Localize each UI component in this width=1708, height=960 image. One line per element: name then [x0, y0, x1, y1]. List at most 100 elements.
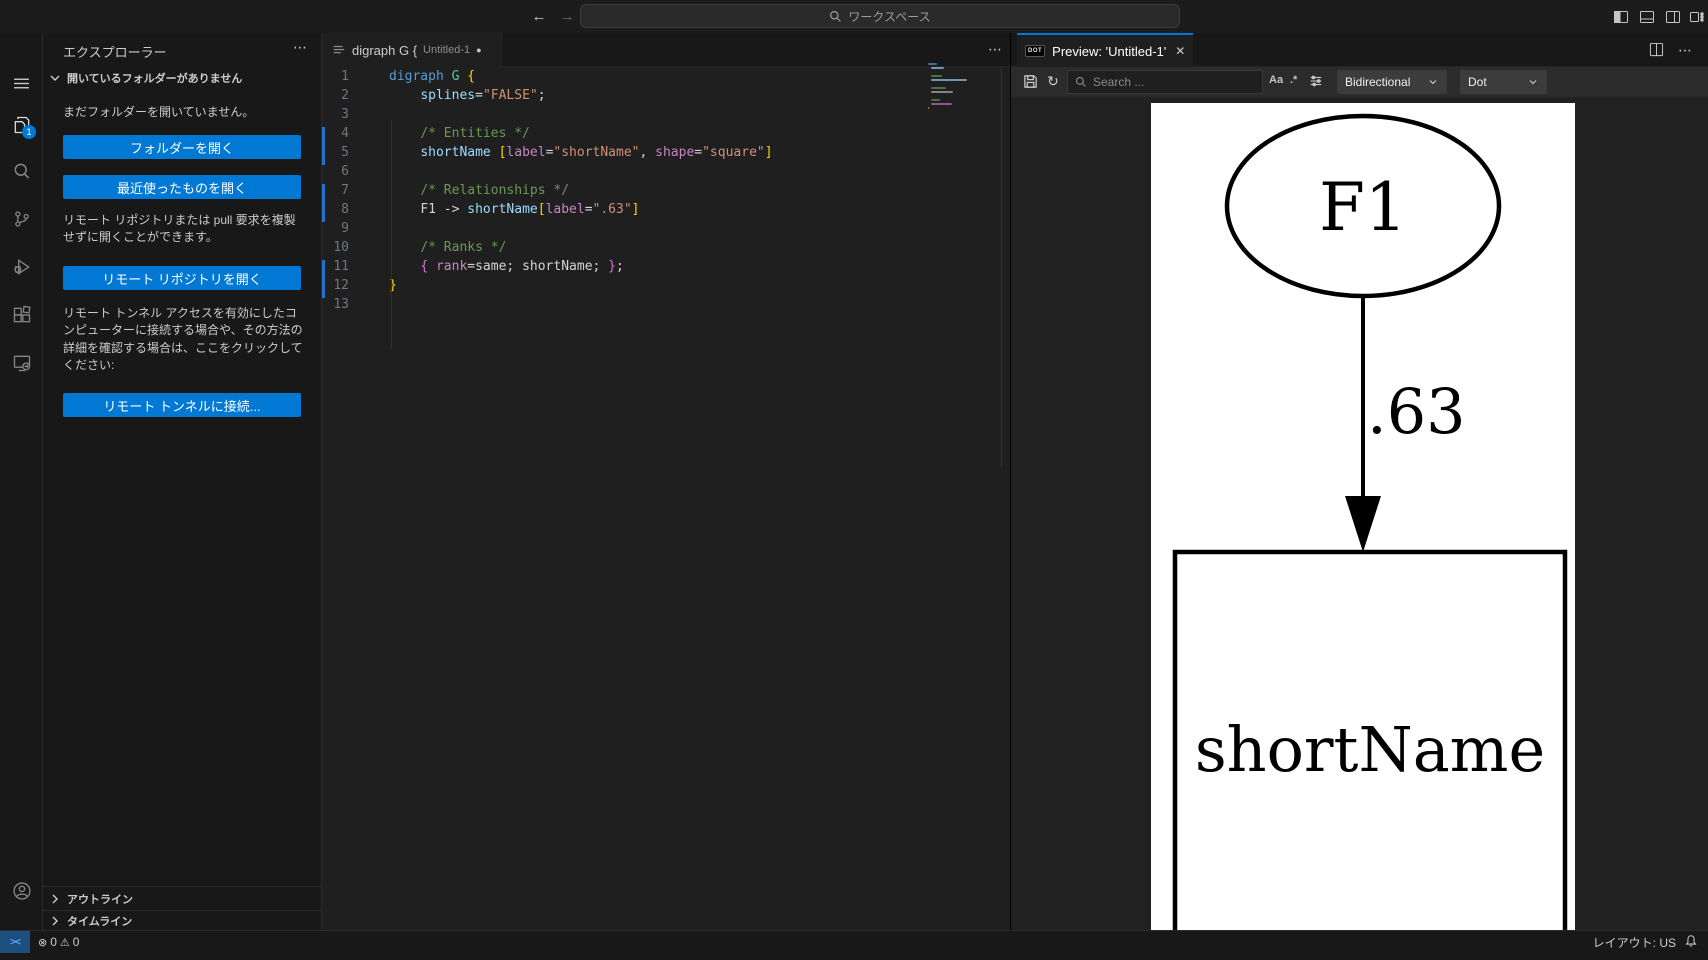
tab-digraph-untitled-1[interactable]: digraph G { Untitled-1 ● — [322, 33, 502, 67]
timeline-section[interactable]: タイムライン — [43, 910, 321, 930]
explorer-sidebar: エクスプローラー ⋯ 開いているフォルダーがありません まだフォルダーを開いてい… — [43, 33, 322, 930]
remote-explorer-icon[interactable] — [0, 343, 43, 383]
code-line[interactable]: 9 — [322, 219, 1010, 238]
minimap[interactable] — [928, 63, 978, 153]
notifications-bell-icon[interactable] — [1684, 934, 1700, 950]
code-line[interactable]: 11 { rank=same; shortName; }; — [322, 257, 1010, 276]
accounts-icon[interactable] — [0, 871, 43, 911]
code-line[interactable]: 4 /* Entities */ — [322, 124, 1010, 143]
chevron-down-icon — [50, 75, 60, 81]
regex-icon[interactable]: .* — [1290, 74, 1297, 86]
toggle-sidebar-icon[interactable] — [1612, 8, 1629, 25]
editor-tab-bar: digraph G { Untitled-1 ● ⋯ — [322, 33, 1010, 67]
modified-gutter-indicator — [322, 127, 325, 165]
no-folder-text: まだフォルダーを開いていません。 — [63, 105, 255, 119]
code-line[interactable]: 6 — [322, 162, 1010, 181]
graph-node-shortname-label: shortName — [1195, 713, 1545, 786]
editor-actions-more-icon[interactable]: ⋯ — [988, 41, 1002, 58]
open-remote-repo-button[interactable]: リモート リポジトリを開く — [63, 266, 301, 290]
modified-gutter-indicator — [322, 260, 325, 298]
editor-group: digraph G { Untitled-1 ● ⋯ 1 digraph G {2… — [322, 33, 1010, 930]
problems-status-item[interactable]: ⊗ 0 ⚠ 0 — [38, 931, 79, 953]
warning-count: 0 — [72, 935, 80, 949]
tab-preview-untitled-1[interactable]: DOT Preview: 'Untitled-1' ✕ — [1017, 33, 1193, 67]
graph-edge-label: .63 — [1367, 375, 1466, 448]
run-and-debug-icon[interactable] — [0, 247, 43, 287]
match-case-icon[interactable]: Aa — [1269, 74, 1283, 86]
section-header-label: 開いているフォルダーがありません — [67, 73, 243, 85]
sidebar-section-header[interactable]: 開いているフォルダーがありません — [43, 66, 321, 90]
code-line[interactable]: 2 splines="FALSE"; — [322, 86, 1010, 105]
tab-description: Untitled-1 — [423, 44, 471, 56]
preview-toolbar: ↻ Search ... Aa .* Bidirectional Dot — [1011, 67, 1708, 97]
refresh-icon[interactable]: ↻ — [1044, 72, 1062, 90]
outline-label: アウトライン — [67, 893, 133, 906]
outline-section[interactable]: アウトライン — [43, 886, 321, 910]
remote-repo-text: リモート リポジトリまたは pull 要求を複製せずに開くことができます。 — [63, 213, 296, 245]
command-center-search[interactable]: ワークスペース — [580, 4, 1180, 28]
code-line[interactable]: 7 /* Relationships */ — [322, 181, 1010, 200]
title-bar: ← → ワークスペース — [0, 0, 1708, 33]
split-editor-icon[interactable] — [1649, 42, 1664, 62]
code-line[interactable]: 12} — [322, 276, 1010, 295]
status-bar: >< ⊗ 0 ⚠ 0 レイアウト: US — [0, 930, 1708, 953]
modified-dot-icon[interactable]: ● — [476, 45, 481, 55]
activity-bar: 1 — [0, 33, 43, 950]
direction-select[interactable]: Bidirectional — [1337, 70, 1447, 94]
open-folder-button[interactable]: フォルダーを開く — [63, 135, 301, 159]
search-view-icon[interactable] — [0, 151, 43, 191]
search-icon — [830, 10, 842, 22]
direction-select-value: Bidirectional — [1345, 75, 1411, 89]
command-center-label: ワークスペース — [848, 9, 931, 24]
tab-title: digraph G { — [352, 42, 418, 58]
preview-tab-bar: DOT Preview: 'Untitled-1' ✕ ⋯ — [1011, 33, 1708, 67]
open-recent-button[interactable]: 最近使ったものを開く — [63, 175, 301, 199]
toggle-panel-icon[interactable] — [1638, 8, 1655, 25]
code-line[interactable]: 5 shortName [label="shortName", shape="s… — [322, 143, 1010, 162]
remote-tunnel-text: リモート トンネル アクセスを有効にしたコンピューターに接続する場合や、その方法… — [63, 306, 303, 373]
explorer-icon[interactable]: 1 — [0, 105, 43, 145]
preview-tab-title: Preview: 'Untitled-1' — [1052, 43, 1167, 59]
graph-canvas[interactable]: F1 .63 shortName — [1151, 103, 1575, 930]
engine-select-value: Dot — [1468, 75, 1487, 89]
sidebar-header: エクスプローラー ⋯ — [43, 33, 321, 66]
indent-guide — [391, 120, 392, 350]
customize-layout-icon[interactable] — [1688, 8, 1705, 25]
timeline-label: タイムライン — [67, 915, 133, 928]
preview-more-actions-icon[interactable]: ⋯ — [1678, 42, 1692, 59]
graph-arrowhead — [1345, 496, 1381, 552]
engine-select[interactable]: Dot — [1460, 70, 1547, 94]
search-placeholder: Search ... — [1093, 75, 1145, 89]
chevron-down-icon — [1529, 80, 1537, 85]
modified-gutter-indicator — [322, 184, 325, 222]
remote-icon: >< — [10, 936, 21, 948]
code-line[interactable]: 1 digraph G { — [322, 67, 1010, 86]
menu-icon[interactable] — [0, 63, 43, 103]
code-editor[interactable]: 1 digraph G {2 splines="FALSE"; 3 4 /* Enti… — [322, 67, 1010, 930]
code-line[interactable]: 3 — [322, 105, 1010, 124]
chevron-right-icon — [52, 916, 58, 925]
toggle-secondary-sidebar-icon[interactable] — [1664, 8, 1681, 25]
back-arrow-icon[interactable]: ← — [528, 5, 550, 27]
code-line[interactable]: 10 /* Ranks */ — [322, 238, 1010, 257]
forward-arrow-icon[interactable]: → — [556, 5, 578, 27]
file-icon — [333, 45, 345, 54]
close-icon[interactable]: ✕ — [1175, 44, 1185, 58]
chevron-down-icon — [1429, 80, 1437, 85]
source-control-icon[interactable] — [0, 199, 43, 239]
search-options-icon[interactable] — [1307, 72, 1325, 90]
graph-node-f1-label: F1 — [1319, 169, 1407, 246]
extensions-icon[interactable] — [0, 295, 43, 335]
preview-editor-group: DOT Preview: 'Untitled-1' ✕ ⋯ ↻ Search .… — [1010, 33, 1708, 930]
save-icon[interactable] — [1021, 72, 1039, 90]
layout-status-item[interactable]: レイアウト: US — [1593, 931, 1676, 953]
explorer-badge: 1 — [22, 125, 36, 139]
connect-tunnel-button[interactable]: リモート トンネルに接続... — [63, 393, 301, 417]
preview-search-input[interactable]: Search ... — [1067, 70, 1263, 94]
code-line[interactable]: 13 — [322, 295, 1010, 314]
remote-indicator[interactable]: >< — [0, 931, 30, 953]
error-count: 0 — [50, 935, 57, 949]
sidebar-more-icon[interactable]: ⋯ — [293, 39, 307, 56]
graph-preview-body[interactable]: F1 .63 shortName — [1011, 97, 1708, 930]
code-line[interactable]: 8 F1 -> shortName[label=".63"] — [322, 200, 1010, 219]
